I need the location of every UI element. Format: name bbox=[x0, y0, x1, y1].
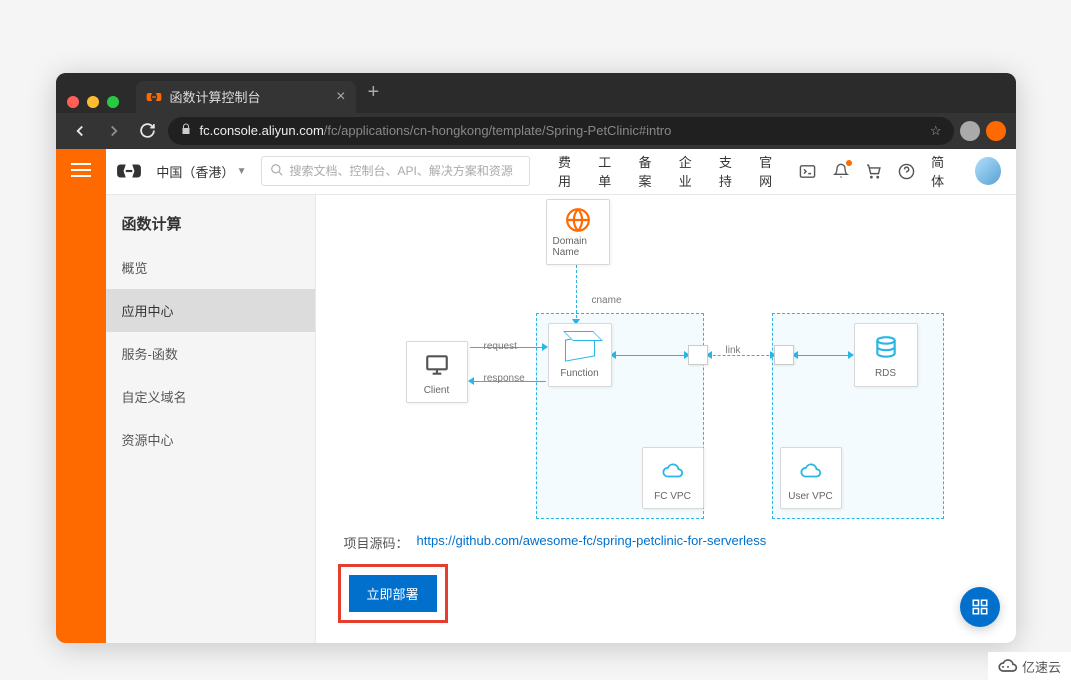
node-domain: Domain Name bbox=[546, 199, 610, 265]
browser-tab[interactable]: 函数计算控制台 × bbox=[136, 81, 356, 113]
close-tab-icon[interactable]: × bbox=[336, 88, 345, 106]
sidebar-item-services[interactable]: 服务-函数 bbox=[106, 332, 315, 375]
sidebar-item-appcenter[interactable]: 应用中心 bbox=[106, 289, 315, 332]
chevron-down-icon: ▼ bbox=[237, 166, 247, 177]
cloud-icon bbox=[789, 454, 833, 489]
app-grid-fab[interactable] bbox=[960, 587, 1000, 627]
header-link-ticket[interactable]: 工单 bbox=[598, 152, 622, 190]
arrow-rds bbox=[794, 355, 852, 357]
watermark-text: 亿速云 bbox=[1022, 657, 1061, 676]
terminal-icon[interactable] bbox=[799, 162, 816, 180]
console-header: 中国（香港） ▼ 费用 工单 备案 企业 支持 官网 bbox=[106, 149, 1016, 195]
region-label: 中国（香港） bbox=[156, 162, 230, 181]
arrow-cname bbox=[576, 265, 577, 323]
close-window-button[interactable] bbox=[67, 96, 79, 108]
hamburger-icon bbox=[71, 163, 91, 177]
search-input[interactable] bbox=[290, 164, 521, 178]
url-bar: fc.console.aliyun.com/fc/applications/cn… bbox=[56, 113, 1016, 149]
source-code-row: 项目源码： https://github.com/awesome-fc/spri… bbox=[344, 533, 996, 552]
app-root: 中国（香港） ▼ 费用 工单 备案 企业 支持 官网 bbox=[56, 149, 1016, 643]
label-link: link bbox=[726, 345, 741, 356]
gateway-right-icon bbox=[774, 345, 794, 365]
arrow-fn-sq bbox=[612, 355, 688, 357]
header-link-enterprise[interactable]: 企业 bbox=[679, 152, 703, 190]
node-fcvpc: FC VPC bbox=[642, 447, 704, 509]
chrome-profile-icon[interactable] bbox=[960, 121, 980, 141]
header-link-cost[interactable]: 费用 bbox=[558, 152, 582, 190]
architecture-diagram: Domain Name Client Function bbox=[376, 195, 956, 525]
database-icon bbox=[864, 330, 908, 366]
window-controls bbox=[67, 96, 119, 108]
search-icon bbox=[270, 163, 284, 180]
menu-trigger[interactable] bbox=[56, 149, 106, 643]
node-label: User VPC bbox=[788, 491, 832, 502]
deploy-highlight-frame: 立即部署 bbox=[338, 564, 448, 623]
language-selector[interactable]: 简体 bbox=[931, 152, 955, 190]
search-box[interactable] bbox=[261, 156, 530, 186]
sidebar-item-overview[interactable]: 概览 bbox=[106, 246, 315, 289]
cloud-icon bbox=[651, 454, 695, 489]
cart-icon[interactable] bbox=[865, 162, 882, 180]
sidebar-item-resources[interactable]: 资源中心 bbox=[106, 418, 315, 461]
label-response: response bbox=[484, 373, 525, 384]
address-bar[interactable]: fc.console.aliyun.com/fc/applications/cn… bbox=[168, 117, 954, 145]
header-link-beian[interactable]: 备案 bbox=[638, 152, 662, 190]
region-selector[interactable]: 中国（香港） ▼ bbox=[156, 162, 246, 181]
header-links: 费用 工单 备案 企业 支持 官网 简体 bbox=[558, 152, 1002, 190]
cloud-logo-icon bbox=[998, 656, 1018, 676]
new-tab-button[interactable]: + bbox=[356, 81, 392, 104]
deploy-button[interactable]: 立即部署 bbox=[349, 575, 437, 612]
sidebar: 函数计算 概览 应用中心 服务-函数 自定义域名 资源中心 bbox=[106, 195, 316, 643]
extension-icon[interactable] bbox=[986, 121, 1006, 141]
watermark: 亿速云 bbox=[988, 652, 1071, 680]
label-request: request bbox=[484, 341, 517, 352]
sidebar-title: 函数计算 bbox=[106, 195, 315, 246]
node-label: RDS bbox=[875, 368, 896, 379]
main-content: Domain Name Client Function bbox=[316, 195, 1016, 643]
node-label: Function bbox=[560, 368, 598, 379]
bookmark-icon[interactable]: ☆ bbox=[930, 123, 942, 139]
sidebar-item-domains[interactable]: 自定义域名 bbox=[106, 375, 315, 418]
bell-icon[interactable] bbox=[832, 162, 849, 180]
source-link[interactable]: https://github.com/awesome-fc/spring-pet… bbox=[417, 533, 767, 552]
node-client: Client bbox=[406, 341, 468, 403]
tab-bar: 函数计算控制台 × + bbox=[56, 73, 1016, 113]
forward-button[interactable] bbox=[100, 117, 128, 145]
node-label: FC VPC bbox=[654, 491, 691, 502]
header-link-website[interactable]: 官网 bbox=[759, 152, 783, 190]
reload-button[interactable] bbox=[134, 117, 162, 145]
body-row: 函数计算 概览 应用中心 服务-函数 自定义域名 资源中心 ‹ bbox=[106, 195, 1016, 643]
node-function: Function bbox=[548, 323, 612, 387]
header-link-support[interactable]: 支持 bbox=[719, 152, 743, 190]
monitor-icon bbox=[415, 348, 459, 383]
globe-icon bbox=[556, 206, 600, 234]
minimize-window-button[interactable] bbox=[87, 96, 99, 108]
back-button[interactable] bbox=[66, 117, 94, 145]
node-label: Domain Name bbox=[553, 236, 603, 258]
maximize-window-button[interactable] bbox=[107, 96, 119, 108]
source-label: 项目源码： bbox=[344, 533, 409, 552]
gateway-left-icon bbox=[688, 345, 708, 365]
aliyun-logo-icon[interactable] bbox=[116, 157, 143, 185]
node-uservpc: User VPC bbox=[780, 447, 842, 509]
user-avatar[interactable] bbox=[975, 157, 1001, 185]
url-text: fc.console.aliyun.com/fc/applications/cn… bbox=[200, 123, 672, 138]
label-cname: cname bbox=[592, 295, 622, 306]
node-label: Client bbox=[424, 385, 450, 396]
aliyun-favicon-icon bbox=[146, 89, 162, 105]
lock-icon bbox=[180, 123, 192, 138]
browser-window: 函数计算控制台 × + fc.console.aliyun.com/fc/app… bbox=[56, 73, 1016, 643]
node-rds: RDS bbox=[854, 323, 918, 387]
function-cube-icon bbox=[558, 330, 602, 366]
help-icon[interactable] bbox=[898, 162, 915, 180]
tab-title: 函数计算控制台 bbox=[170, 87, 261, 106]
